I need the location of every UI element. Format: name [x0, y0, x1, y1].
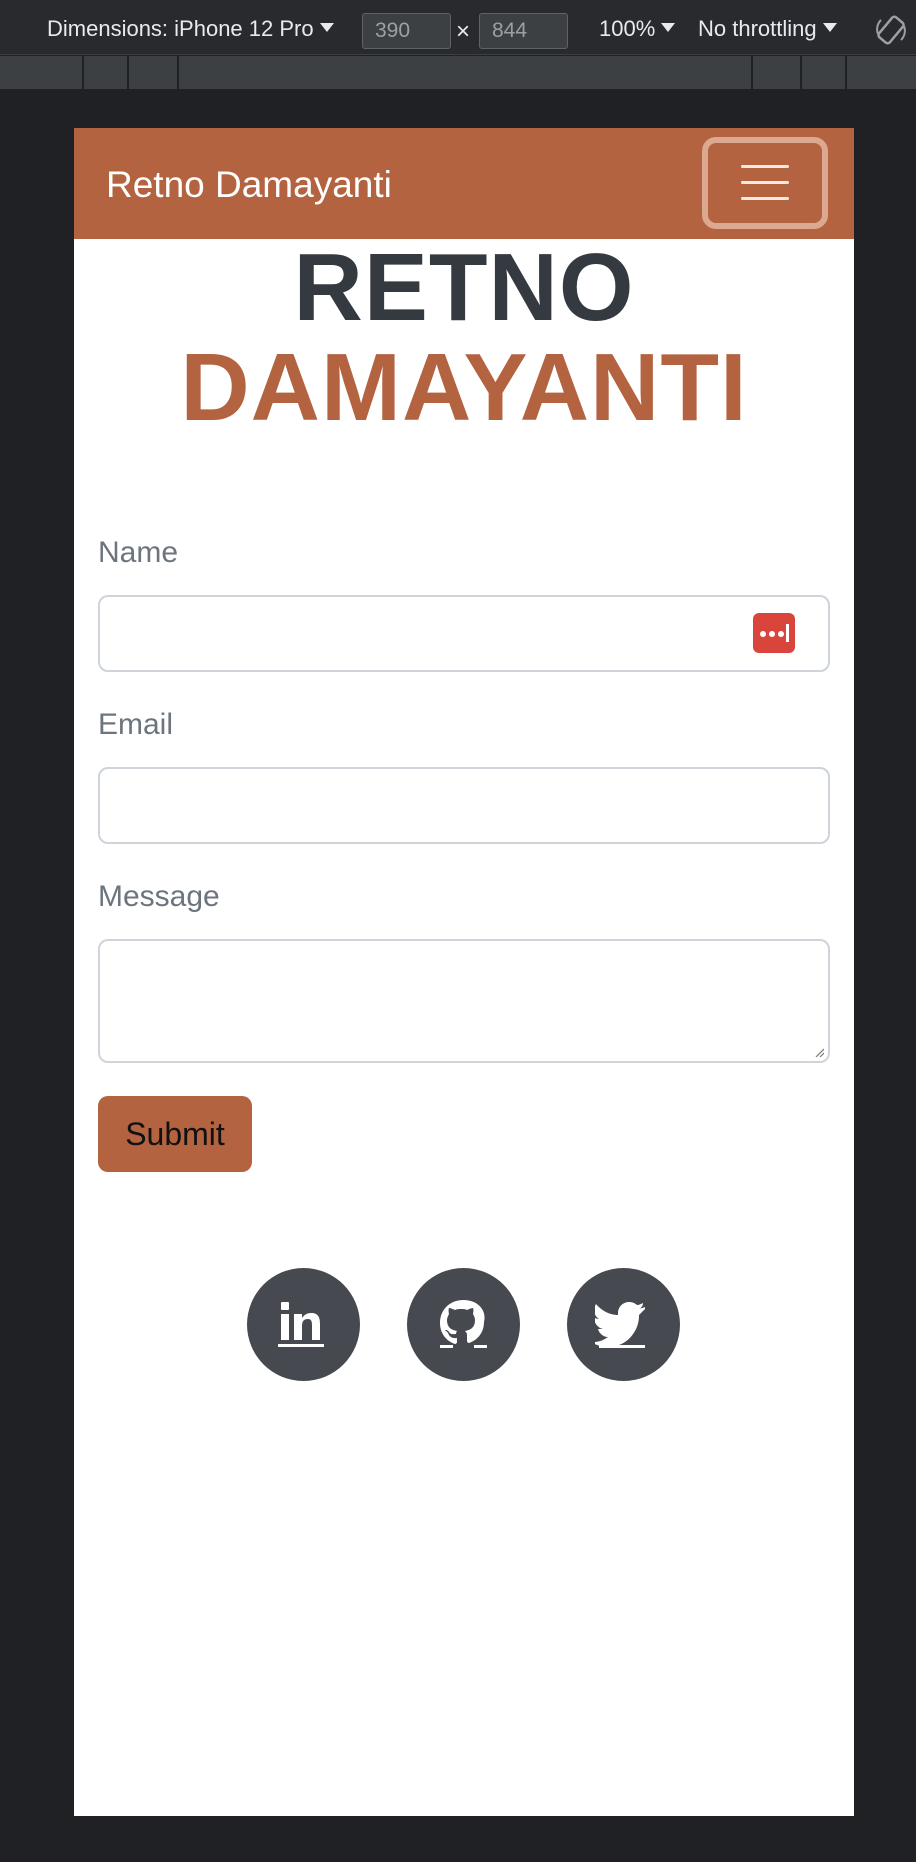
ruler-segment — [845, 56, 847, 89]
resize-grip-icon[interactable] — [814, 1047, 824, 1057]
zoom-dropdown[interactable]: 100% — [599, 16, 676, 42]
lastpass-dot — [769, 631, 775, 637]
hero-last-name: DAMAYANTI — [180, 334, 748, 441]
ruler-segment — [177, 56, 179, 89]
linkedin-link[interactable] — [247, 1268, 360, 1381]
lastpass-icon[interactable] — [753, 613, 795, 653]
github-link[interactable] — [407, 1268, 520, 1381]
dropdown-caret-icon — [661, 23, 676, 32]
devtools-toolbar: Dimensions: iPhone 12 Pro 390 × 844 100%… — [0, 0, 916, 55]
lastpass-dot — [760, 631, 766, 637]
device-viewport: Retno Damayanti RETNO DAMAYANTI Name Ema… — [74, 128, 854, 1816]
name-label: Name — [98, 536, 179, 569]
dropdown-caret-icon — [822, 23, 837, 32]
zoom-label: 100% — [599, 16, 656, 41]
times-symbol: × — [456, 18, 471, 45]
hero-first-name: RETNO — [293, 234, 635, 341]
ruler-segment — [800, 56, 802, 89]
width-input[interactable]: 390 — [362, 13, 451, 49]
message-textarea[interactable] — [98, 939, 830, 1063]
twitter-link[interactable] — [567, 1268, 680, 1381]
navbar: Retno Damayanti — [74, 128, 854, 239]
dimensions-label: Dimensions: iPhone 12 Pro — [47, 16, 314, 41]
dropdown-caret-icon — [319, 23, 334, 32]
dimensions-dropdown[interactable]: Dimensions: iPhone 12 Pro — [47, 16, 334, 42]
submit-button[interactable]: Submit — [98, 1096, 252, 1172]
hamburger-icon — [741, 197, 789, 200]
linkedin-icon — [278, 1302, 324, 1347]
ruler-segment — [751, 56, 753, 89]
ruler-segment — [82, 56, 84, 89]
email-label: Email — [98, 708, 174, 741]
github-icon — [440, 1300, 487, 1348]
navbar-toggler-button[interactable] — [702, 137, 828, 229]
hamburger-icon — [741, 165, 789, 168]
hamburger-icon — [741, 181, 789, 184]
rotate-icon[interactable] — [873, 12, 909, 48]
media-query-ruler[interactable] — [0, 56, 916, 89]
throttling-label: No throttling — [698, 16, 817, 41]
lastpass-cursor — [786, 624, 789, 642]
ruler-segment — [127, 56, 129, 89]
navbar-brand[interactable]: Retno Damayanti — [106, 164, 392, 206]
twitter-icon — [595, 1302, 645, 1348]
lastpass-dot — [778, 631, 784, 637]
hero-heading: RETNO DAMAYANTI — [74, 238, 854, 438]
throttling-dropdown[interactable]: No throttling — [698, 16, 837, 42]
name-input[interactable] — [98, 595, 830, 672]
height-input[interactable]: 844 — [479, 13, 568, 49]
email-input[interactable] — [98, 767, 830, 844]
message-label: Message — [98, 880, 220, 913]
